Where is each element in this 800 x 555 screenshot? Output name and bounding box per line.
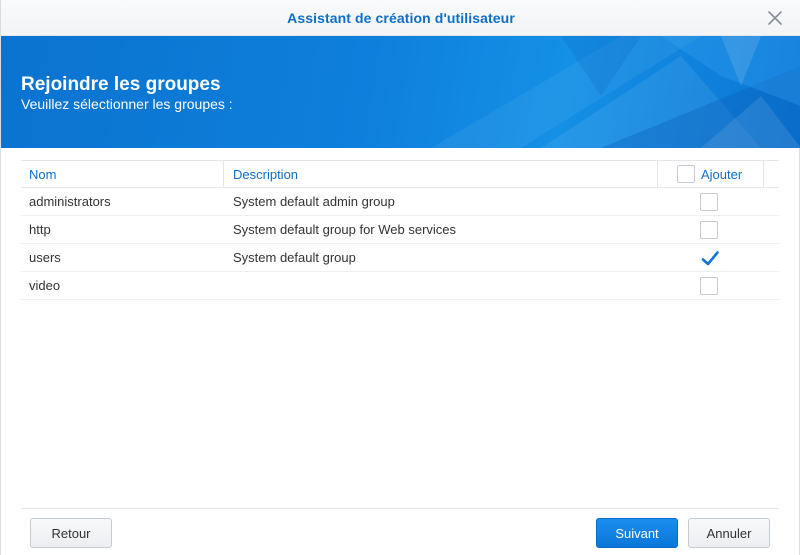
table-row[interactable]: administrators System default admin grou…	[21, 188, 779, 216]
group-description: System default group	[233, 250, 356, 265]
page-title: Rejoindre les groupes	[21, 74, 221, 95]
column-separator[interactable]	[657, 161, 658, 188]
close-icon	[768, 11, 782, 25]
cancel-button[interactable]: Annuler	[688, 518, 770, 548]
window-title: Assistant de création d'utilisateur	[287, 10, 515, 26]
table-row[interactable]: video	[21, 272, 779, 300]
add-group-checkbox[interactable]	[700, 193, 718, 211]
checkmark-icon	[701, 251, 719, 266]
add-group-checkbox[interactable]	[700, 277, 718, 295]
table-row[interactable]: http System default group for Web servic…	[21, 216, 779, 244]
column-separator[interactable]	[223, 161, 224, 188]
page-subtitle: Veuillez sélectionner les groupes :	[21, 96, 233, 112]
column-header-description[interactable]: Description	[233, 161, 298, 188]
group-description: System default group for Web services	[233, 222, 457, 237]
column-separator[interactable]	[763, 161, 764, 188]
table-header: Nom Description Ajouter	[21, 161, 779, 188]
table-row[interactable]: users System default group	[21, 244, 779, 272]
back-button[interactable]: Retour	[30, 518, 112, 548]
title-bar: Assistant de création d'utilisateur	[1, 0, 800, 36]
add-group-checkbox[interactable]	[700, 249, 719, 267]
group-description: System default admin group	[233, 194, 395, 209]
groups-table: Nom Description Ajouter administrators S…	[21, 160, 779, 300]
user-creation-wizard-window: Assistant de création d'utilisateur Rejo…	[0, 0, 800, 555]
footer-divider	[21, 508, 779, 509]
header-banner: Rejoindre les groupes Veuillez sélection…	[1, 36, 800, 148]
column-header-name[interactable]: Nom	[29, 161, 56, 188]
next-button[interactable]: Suivant	[596, 518, 678, 548]
group-name: video	[29, 278, 61, 293]
column-header-add[interactable]: Ajouter	[701, 161, 742, 188]
group-name: users	[29, 250, 61, 265]
group-name: http	[29, 222, 51, 237]
select-all-checkbox[interactable]	[677, 165, 695, 183]
close-button[interactable]	[763, 6, 787, 30]
add-group-checkbox[interactable]	[700, 221, 718, 239]
group-name: administrators	[29, 194, 111, 209]
